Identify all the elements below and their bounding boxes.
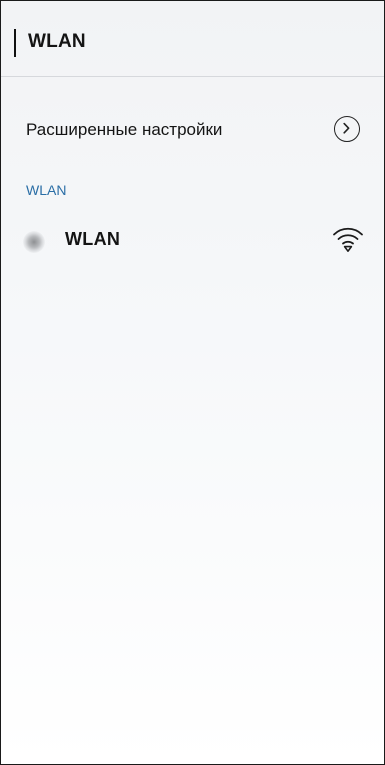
advanced-settings-label: Расширенные настройки: [26, 120, 223, 139]
section-header-wlan: WLAN: [26, 182, 67, 198]
page-title: WLAN: [28, 31, 86, 52]
advanced-settings-row[interactable]: Расширенные настройки: [1, 106, 384, 154]
loading-spinner-icon: [23, 231, 45, 253]
wlan-settings-screen: WLAN Расширенные настройки WLAN WLAN: [0, 0, 385, 765]
header-bar: WLAN: [1, 1, 384, 77]
wifi-signal-icon: [331, 225, 365, 255]
network-name: WLAN: [65, 229, 121, 249]
network-row-wlan[interactable]: WLAN: [1, 219, 384, 265]
back-indicator[interactable]: [14, 29, 16, 57]
chevron-right-circle-icon: [334, 116, 360, 142]
